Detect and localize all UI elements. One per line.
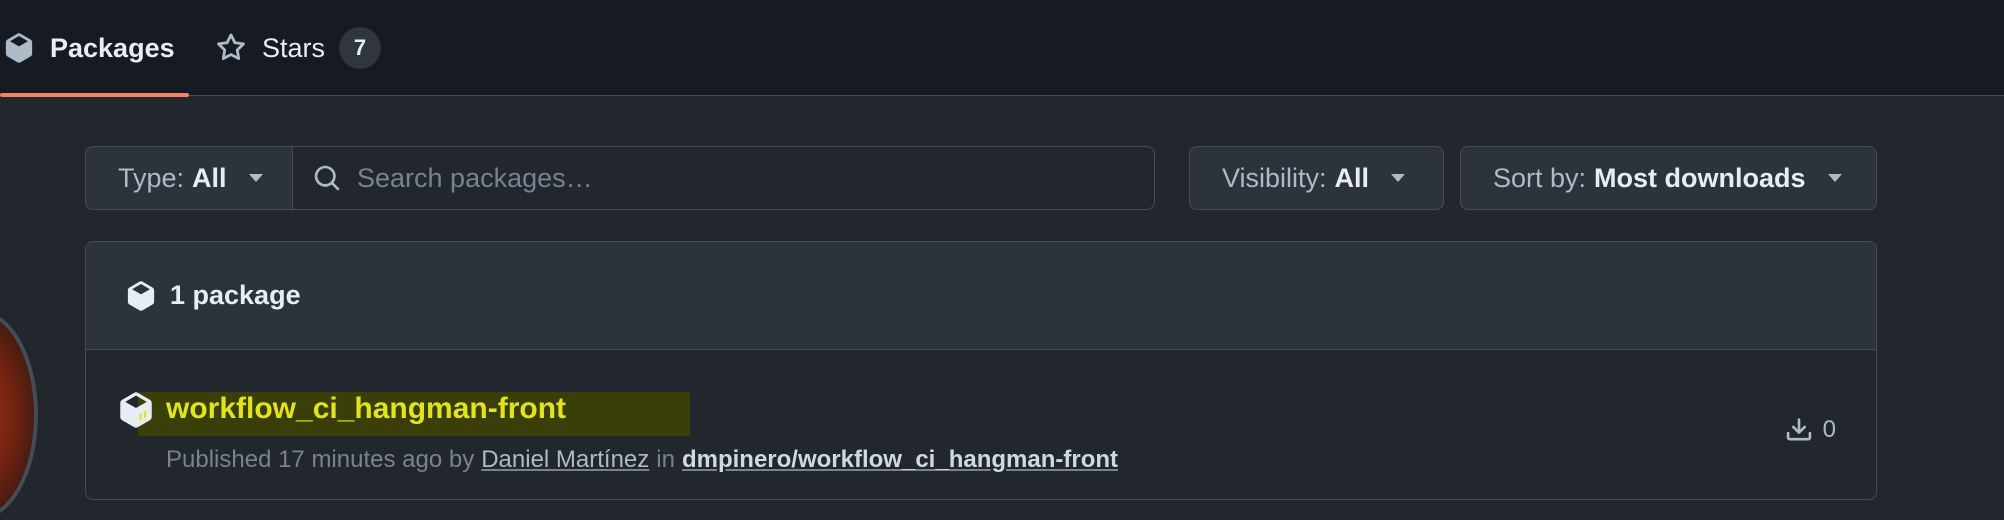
downloads-value: 0 (1822, 416, 1836, 443)
type-filter-label: Type: (118, 162, 185, 193)
in-text: in (656, 446, 675, 473)
package-icon (126, 280, 156, 311)
search-icon (313, 164, 341, 192)
published-text: Published 17 minutes ago by (166, 446, 475, 473)
active-tab-underline (0, 93, 189, 97)
tab-packages[interactable]: Packages (0, 0, 189, 97)
package-meta: Published 17 minutes ago by Daniel Martí… (166, 446, 1118, 474)
search-box[interactable] (293, 147, 1154, 209)
profile-tab-nav: Packages Stars 7 (0, 0, 2004, 97)
container-package-icon (118, 392, 154, 428)
sort-by-label: Sort by: (1493, 162, 1587, 193)
sort-by-button[interactable]: Sort by: Most downloads (1460, 146, 1877, 210)
list-item: workflow_ci_hangman-front Published 17 m… (86, 350, 1876, 499)
package-name-link[interactable]: workflow_ci_hangman-front (166, 392, 566, 426)
stars-count-badge: 7 (339, 27, 382, 69)
search-packages-input[interactable] (357, 147, 1154, 209)
chevron-down-icon (1827, 174, 1842, 182)
author-link[interactable]: Daniel Martínez (481, 446, 649, 474)
downloads-count: 0 (1785, 416, 1836, 444)
type-search-group: Type: All (85, 146, 1155, 210)
download-icon (1785, 416, 1813, 444)
chevron-down-icon (1391, 174, 1406, 182)
repository-link[interactable]: dmpinero/workflow_ci_hangman-front (682, 446, 1118, 474)
chevron-down-icon (248, 174, 263, 182)
type-filter-button[interactable]: Type: All (86, 147, 293, 209)
visibility-filter-value: All (1334, 162, 1370, 193)
packages-list: 1 package workflow_ci_hangman-front Publ… (85, 241, 1877, 500)
packages-list-header: 1 package (86, 242, 1876, 350)
type-filter-value: All (192, 162, 227, 193)
star-icon (216, 33, 246, 63)
visibility-filter-label: Visibility: (1222, 162, 1327, 193)
package-icon (4, 33, 34, 63)
visibility-filter-button[interactable]: Visibility: All (1189, 146, 1444, 210)
package-count: 1 package (170, 280, 301, 310)
tab-packages-label: Packages (50, 32, 175, 63)
avatar (0, 310, 38, 520)
sort-by-value: Most downloads (1594, 162, 1806, 193)
tab-stars-label: Stars (262, 32, 326, 63)
tab-stars[interactable]: Stars 7 (216, 0, 382, 96)
